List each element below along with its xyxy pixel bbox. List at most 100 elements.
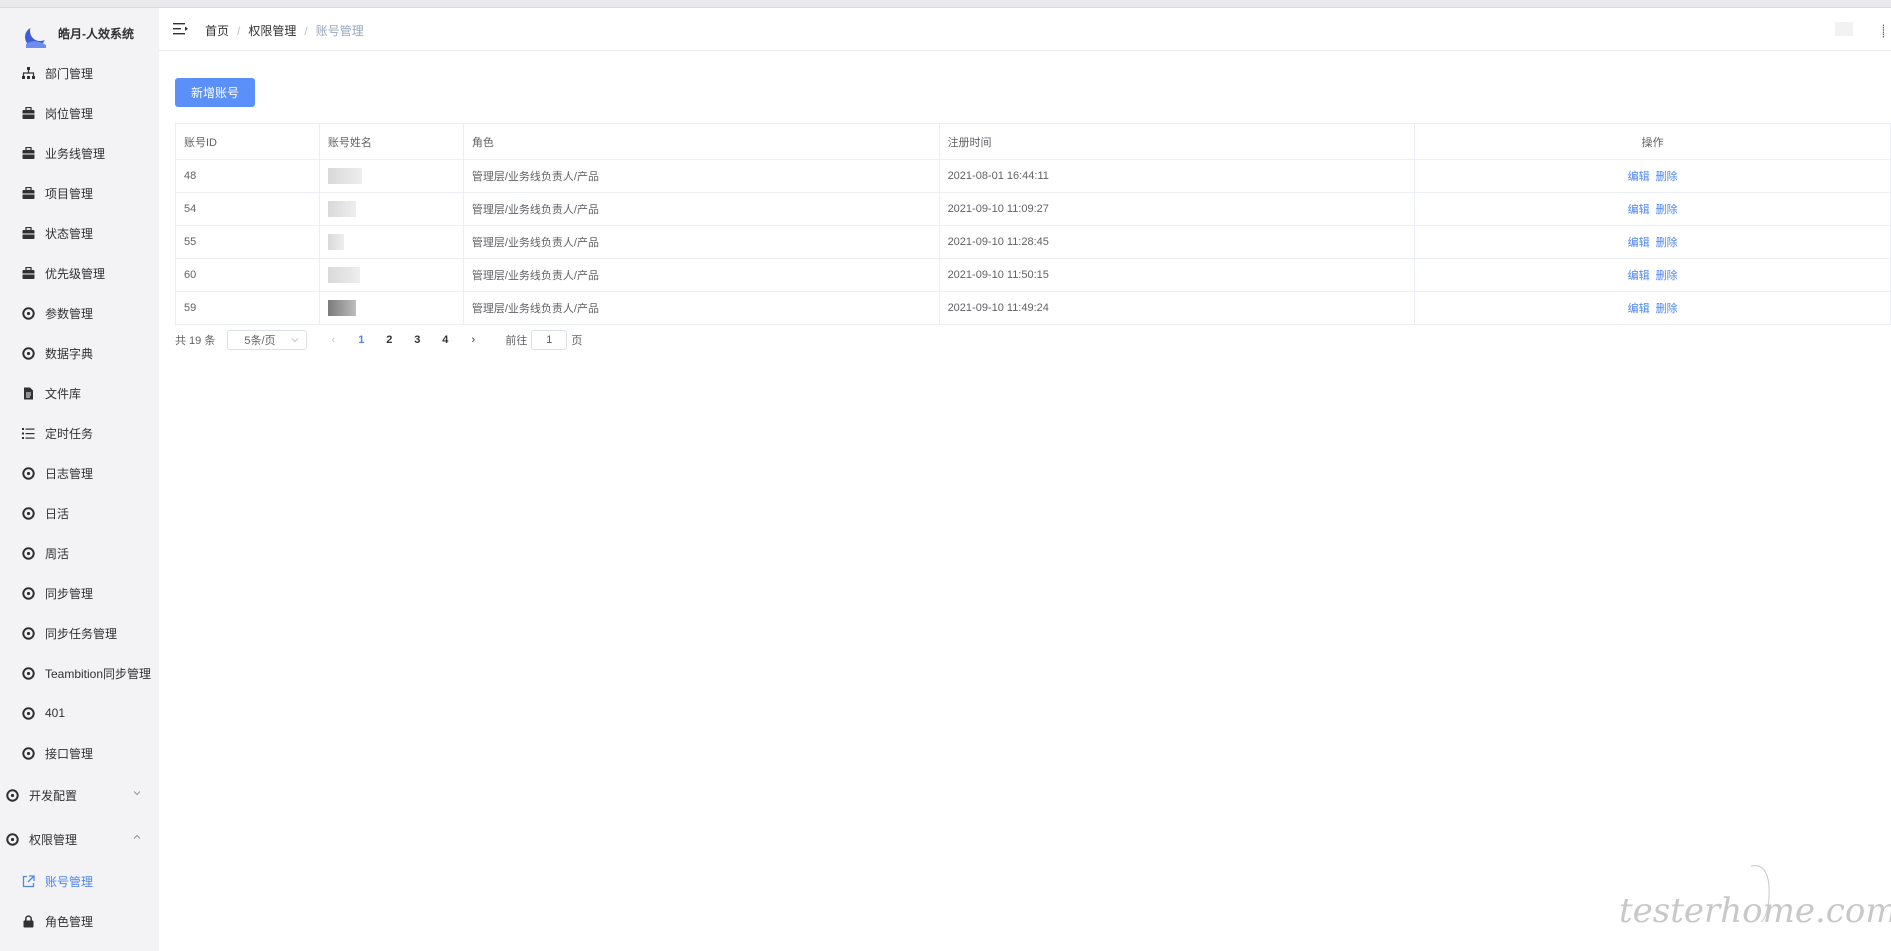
edit-button[interactable]: 编辑 [1628, 234, 1650, 250]
browser-top-strip [0, 0, 1891, 8]
chevron-up-icon [133, 834, 141, 839]
delete-button[interactable]: 删除 [1656, 201, 1678, 217]
cell-register-time: 2021-09-10 11:50:15 [940, 259, 1416, 291]
cell-account-name-redacted [320, 160, 464, 192]
prev-page-icon[interactable]: ‹ [319, 334, 347, 346]
hamburger-menu-icon[interactable] [173, 22, 189, 36]
gear-icon [22, 706, 35, 720]
sidebar-item-401[interactable]: 401 [0, 693, 159, 733]
sidebar-item-account-management[interactable]: 账号管理 [0, 861, 159, 901]
pagination: 共 19 条 5条/页 ‹ 1 2 3 4 › 前往 1 页 [175, 330, 582, 350]
lock-icon [23, 914, 34, 927]
sidebar-item-teambition-sync[interactable]: Teambition同步管理 [0, 653, 159, 693]
cell-role: 管理层/业务线负责人/产品 [464, 160, 940, 192]
app-title: 皓月-人效系统 [58, 26, 134, 41]
table-row: 48 管理层/业务线负责人/产品 2021-08-01 16:44:11 编辑 … [176, 160, 1891, 193]
list-icon [22, 427, 35, 439]
sidebar-item-department[interactable]: 部门管理 [0, 53, 159, 93]
cell-account-id: 48 [176, 160, 320, 192]
table-row: 54 管理层/业务线负责人/产品 2021-09-10 11:09:27 编辑 … [176, 193, 1891, 226]
delete-button[interactable]: 删除 [1656, 300, 1678, 316]
sidebar-item-priority[interactable]: 优先级管理 [0, 253, 159, 293]
next-page-icon[interactable]: › [459, 334, 487, 346]
cell-account-id: 55 [176, 226, 320, 258]
sidebar-item-params[interactable]: 参数管理 [0, 293, 159, 333]
sidebar-item-scheduled-tasks[interactable]: 定时任务 [0, 413, 159, 453]
account-table: 账号ID 账号姓名 角色 注册时间 操作 48 管理层/业务线负责人/产品 20… [175, 123, 1891, 325]
page-number[interactable]: 4 [431, 334, 459, 346]
sidebar-item-sync-tasks[interactable]: 同步任务管理 [0, 613, 159, 653]
sidebar-group-permissions[interactable]: 权限管理 [0, 819, 159, 859]
page-size-select[interactable]: 5条/页 [227, 330, 308, 350]
edit-button[interactable]: 编辑 [1628, 300, 1650, 316]
cell-account-name-redacted [320, 292, 464, 324]
sidebar-item-logs[interactable]: 日志管理 [0, 453, 159, 493]
cell-role: 管理层/业务线负责人/产品 [464, 292, 940, 324]
breadcrumb-current: 账号管理 [315, 24, 364, 38]
external-link-icon [22, 874, 35, 887]
edit-button[interactable]: 编辑 [1628, 168, 1650, 184]
cell-register-time: 2021-09-10 11:28:45 [940, 226, 1416, 258]
gear-icon [22, 466, 35, 480]
cell-role: 管理层/业务线负责人/产品 [464, 226, 940, 258]
add-account-button[interactable]: 新增账号 [175, 78, 255, 107]
cell-role: 管理层/业务线负责人/产品 [464, 193, 940, 225]
table-row: 59 管理层/业务线负责人/产品 2021-09-10 11:49:24 编辑 … [176, 292, 1891, 325]
sidebar-item-position[interactable]: 岗位管理 [0, 93, 159, 133]
page-number[interactable]: 1 [347, 334, 375, 346]
gear-icon [6, 788, 19, 802]
app-logo[interactable]: 皓月-人效系统 [20, 16, 134, 50]
cell-actions: 编辑 删除 [1415, 292, 1891, 324]
cell-actions: 编辑 删除 [1415, 226, 1891, 258]
briefcase-icon [22, 226, 35, 239]
column-header-actions: 操作 [1415, 124, 1891, 159]
breadcrumb: 首页 / 权限管理 / 账号管理 [205, 22, 364, 39]
chevron-down-icon [292, 338, 299, 343]
gear-icon [22, 346, 35, 360]
gear-icon [22, 746, 35, 760]
edit-button[interactable]: 编辑 [1628, 267, 1650, 283]
breadcrumb-home[interactable]: 首页 [205, 22, 229, 39]
gear-icon [22, 666, 35, 680]
file-icon [24, 387, 33, 399]
cell-account-id: 60 [176, 259, 320, 291]
column-header-role: 角色 [464, 124, 940, 159]
sidebar-group-dev-config[interactable]: 开发配置 [0, 775, 159, 815]
user-dropdown-caret-icon[interactable]: ⸽ [1882, 22, 1885, 39]
sidebar-item-file-library[interactable]: 文件库 [0, 373, 159, 413]
sidebar-item-business-line[interactable]: 业务线管理 [0, 133, 159, 173]
gear-icon [6, 832, 19, 846]
table-row: 60 管理层/业务线负责人/产品 2021-09-10 11:50:15 编辑 … [176, 259, 1891, 292]
chevron-down-icon [133, 791, 141, 796]
goto-page-input[interactable]: 1 [531, 330, 568, 350]
sidebar: 皓月-人效系统 部门管理 岗位管理 业务线管理 项目管理 状态管理 优先级管理 … [0, 8, 159, 951]
sidebar-item-dictionary[interactable]: 数据字典 [0, 333, 159, 373]
delete-button[interactable]: 删除 [1656, 267, 1678, 283]
page-number[interactable]: 2 [375, 334, 403, 346]
sidebar-item-project[interactable]: 项目管理 [0, 173, 159, 213]
sidebar-item-weekly-active[interactable]: 周活 [0, 533, 159, 573]
edit-button[interactable]: 编辑 [1628, 201, 1650, 217]
page-number[interactable]: 3 [403, 334, 431, 346]
sidebar-item-api[interactable]: 接口管理 [0, 733, 159, 773]
briefcase-icon [22, 186, 35, 199]
breadcrumb-parent[interactable]: 权限管理 [248, 22, 296, 39]
cell-account-id: 59 [176, 292, 320, 324]
sidebar-item-role-management[interactable]: 角色管理 [0, 901, 159, 941]
sidebar-item-daily-active[interactable]: 日活 [0, 493, 159, 533]
delete-button[interactable]: 删除 [1656, 234, 1678, 250]
column-header-register-time: 注册时间 [940, 124, 1416, 159]
cell-account-name-redacted [320, 193, 464, 225]
sidebar-item-status[interactable]: 状态管理 [0, 213, 159, 253]
gear-icon [22, 626, 35, 640]
cell-actions: 编辑 删除 [1415, 193, 1891, 225]
avatar[interactable] [1835, 22, 1853, 36]
column-header-account-name: 账号姓名 [320, 124, 464, 159]
table-header-row: 账号ID 账号姓名 角色 注册时间 操作 [176, 124, 1891, 160]
delete-button[interactable]: 删除 [1656, 168, 1678, 184]
gear-icon [22, 586, 35, 600]
gear-icon [22, 506, 35, 520]
cell-account-name-redacted [320, 259, 464, 291]
table-row: 55 管理层/业务线负责人/产品 2021-09-10 11:28:45 编辑 … [176, 226, 1891, 259]
sidebar-item-sync[interactable]: 同步管理 [0, 573, 159, 613]
